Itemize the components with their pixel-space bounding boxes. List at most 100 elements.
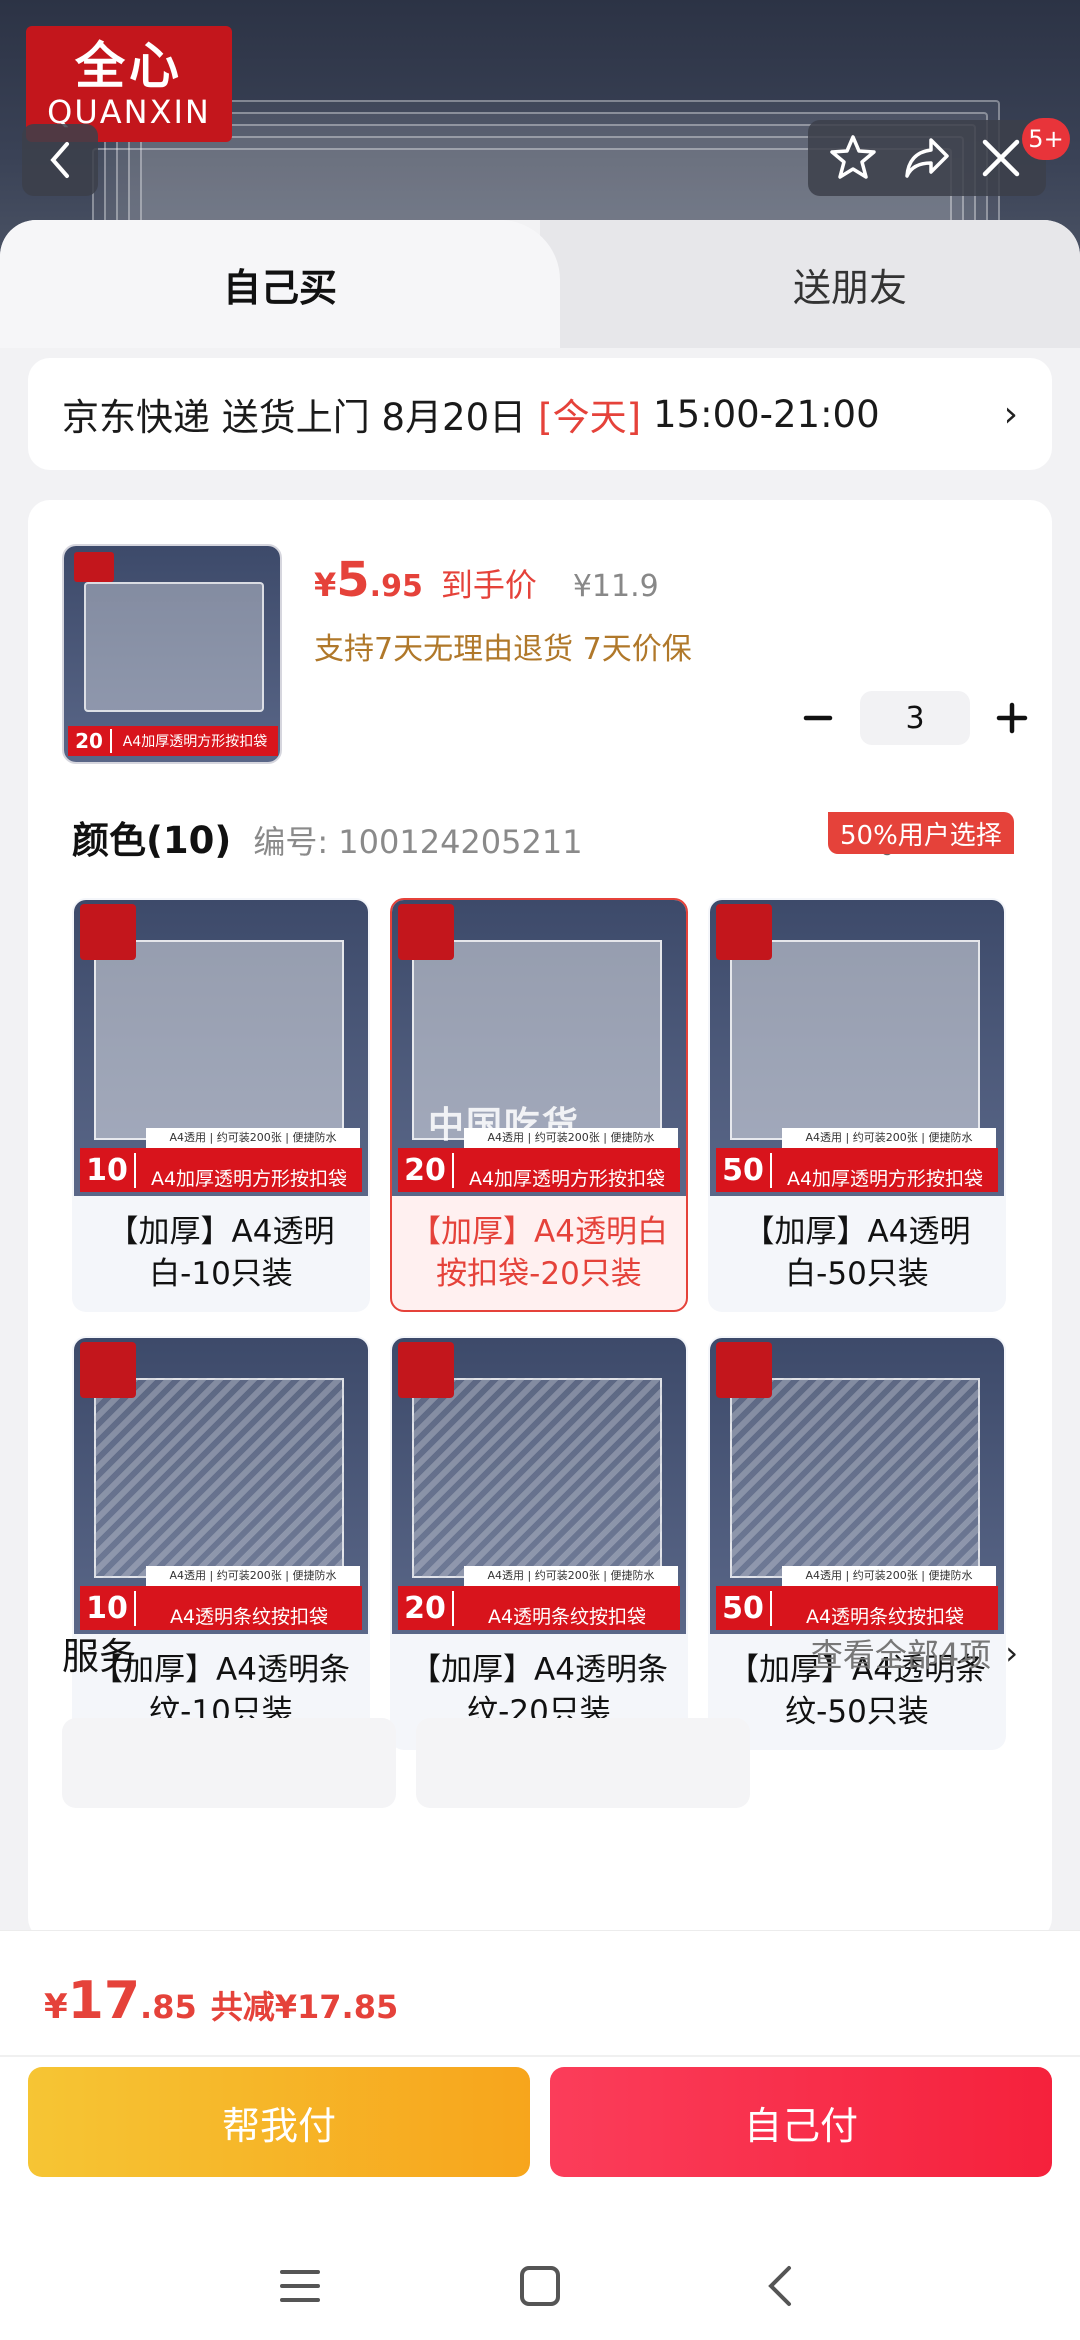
price-integer: 5 [336, 552, 370, 608]
price-tag: 到手价 [440, 566, 537, 604]
variant-spec: A4透用 | 约可装200张 | 便捷防水 [464, 1128, 678, 1148]
variant-option-selected[interactable]: 中国吃货 A4透用 | 约可装200张 | 便捷防水 20 A4加厚透明方形按扣… [390, 898, 688, 1312]
variant-option[interactable]: A4透用 | 约可装200张 | 便捷防水 10 A4透明条纹按扣袋 【加厚】A… [72, 1336, 370, 1750]
menu-icon [280, 2270, 320, 2302]
variant-image: A4透用 | 约可装200张 | 便捷防水 50 A4透明条纹按扣袋 [710, 1338, 1004, 1634]
brand-logo-mini [80, 904, 136, 960]
total-decimal: .85 [140, 1988, 197, 2026]
total-discount: 共减¥17.85 [210, 1988, 399, 2026]
chevron-right-icon: › [1003, 393, 1018, 435]
increase-button[interactable] [982, 688, 1042, 748]
brand-logo-cn: 全心 [75, 37, 183, 95]
brand-logo-mini [398, 904, 454, 960]
minus-icon [803, 715, 833, 721]
variant-image: 中国吃货 A4透用 | 约可装200张 | 便捷防水 20 A4加厚透明方形按扣… [392, 900, 686, 1196]
quantity-stepper: 3 [788, 688, 1042, 748]
product-thumbnail: 20 A4加厚透明方形按扣袋 [62, 544, 282, 764]
decrease-button[interactable] [788, 688, 848, 748]
variant-image: A4透用 | 约可装200张 | 便捷防水 10 A4加厚透明方形按扣袋 [74, 900, 368, 1196]
variant-image: A4透用 | 约可装200张 | 便捷防水 50 A4加厚透明方形按扣袋 [710, 900, 1004, 1196]
variant-count: 20 [398, 1590, 454, 1626]
total-currency: ¥ [44, 1987, 68, 2027]
services-title: 服务 [62, 1635, 136, 1678]
home-square-icon [520, 2266, 560, 2306]
back-button[interactable] [22, 124, 98, 196]
variant-spec: A4透用 | 约可装200张 | 便捷防水 [782, 1128, 996, 1148]
total-price: ¥ 17 .85 共减¥17.85 [44, 1971, 398, 2031]
variant-strip: A4透用 | 约可装200张 | 便捷防水 20 A4透明条纹按扣袋 [398, 1566, 680, 1630]
chevron-left-icon [50, 142, 69, 178]
variant-label: 【加厚】A4透明白-50只装 [743, 1214, 971, 1292]
tab-gift-friend[interactable]: 送朋友 [540, 220, 1080, 348]
nav-home-button[interactable] [500, 2246, 580, 2326]
system-nav-bar [0, 2231, 1080, 2340]
favorite-button[interactable] [823, 128, 883, 188]
variant-label: 【加厚】A4透明白-10只装 [107, 1214, 335, 1292]
product-code: 编号: 100124205211 [253, 823, 583, 861]
variant-strip: A4透用 | 约可装200张 | 便捷防水 20 A4加厚透明方形按扣袋 [398, 1128, 680, 1192]
variant-option[interactable]: A4透用 | 约可装200张 | 便捷防水 50 A4透明条纹按扣袋 【加厚】A… [708, 1336, 1006, 1750]
checkout-bar: ¥ 17 .85 共减¥17.85 帮我付 自己付 [0, 1930, 1080, 2340]
variant-strip-name: A4透明条纹按扣袋 [805, 1605, 965, 1628]
pay-for-me-button[interactable]: 帮我付 [28, 2067, 530, 2177]
delivery-time: 15:00-21:00 [653, 392, 880, 436]
services-header[interactable]: 服务 查看全部4项 › [62, 1626, 1018, 1680]
tab-buy-self[interactable]: 自己买 [0, 220, 560, 348]
notification-badge: 5+ [1022, 118, 1070, 160]
variant-count: 50 [716, 1590, 772, 1626]
variant-image: A4透用 | 约可装200张 | 便捷防水 20 A4透明条纹按扣袋 [392, 1338, 686, 1634]
brand-logo-mini [80, 1342, 136, 1398]
brand-logo-mini [398, 1342, 454, 1398]
variant-option[interactable]: A4透用 | 约可装200张 | 便捷防水 50 A4加厚透明方形按扣袋 【加厚… [708, 898, 1006, 1312]
variant-strip-name: A4透明条纹按扣袋 [487, 1605, 647, 1628]
popular-tag: 50%用户选择 [828, 812, 1014, 854]
delivery-today: [今天] [538, 396, 642, 439]
plus-icon [996, 702, 1028, 734]
variant-strip-name: A4加厚透明方形按扣袋 [150, 1167, 348, 1190]
divider [0, 2055, 1080, 2057]
share-icon [905, 138, 949, 178]
variant-label: 【加厚】A4透明白按扣袋-20只装 [410, 1214, 668, 1292]
original-price: ¥11.9 [572, 569, 659, 604]
back-arrow-icon [768, 2266, 791, 2306]
variant-strip-name: A4透明条纹按扣袋 [169, 1605, 329, 1628]
variant-option[interactable]: A4透用 | 约可装200张 | 便捷防水 10 A4加厚透明方形按扣袋 【加厚… [72, 898, 370, 1312]
chevron-right-icon: › [1005, 1634, 1018, 1672]
total-integer: 17 [67, 1971, 141, 2031]
delivery-info[interactable]: 京东快递 送货上门 8月20日 [今天] 15:00-21:00 › [28, 358, 1052, 470]
thumb-name: A4加厚透明方形按扣袋 [122, 734, 268, 750]
thumb-count: 20 [68, 729, 112, 753]
variant-strip-name: A4加厚透明方形按扣袋 [468, 1167, 666, 1190]
variant-strip: A4透用 | 约可装200张 | 便捷防水 50 A4透明条纹按扣袋 [716, 1566, 998, 1630]
price-decimal: .95 [369, 569, 423, 604]
service-option[interactable] [416, 1718, 750, 1808]
nav-back-button[interactable] [740, 2246, 820, 2326]
price-line: ¥ 5 .95 到手价 ¥11.9 [314, 552, 659, 608]
quantity-input[interactable]: 3 [860, 691, 970, 745]
service-option[interactable] [62, 1718, 396, 1808]
variant-spec: A4透用 | 约可装200张 | 便捷防水 [782, 1566, 996, 1586]
variant-strip: A4透用 | 约可装200张 | 便捷防水 50 A4加厚透明方形按扣袋 [716, 1128, 998, 1192]
variant-spec: A4透用 | 约可装200张 | 便捷防水 [464, 1566, 678, 1586]
nav-menu-button[interactable] [260, 2246, 340, 2326]
pay-myself-button[interactable]: 自己付 [550, 2067, 1052, 2177]
checkout-screen: 全心 QUANXIN 5+ 送朋友 自己买 京东快递 送货上门 8月20日 [今… [0, 0, 1080, 2340]
variant-option[interactable]: A4透用 | 约可装200张 | 便捷防水 20 A4透明条纹按扣袋 【加厚】A… [390, 1336, 688, 1750]
variant-title: 颜色(10) [72, 819, 232, 862]
brand-logo-mini [716, 1342, 772, 1398]
services-more: 查看全部4项 [810, 1636, 992, 1674]
price-currency: ¥ [314, 566, 337, 604]
variant-strip: A4透用 | 约可装200张 | 便捷防水 10 A4透明条纹按扣袋 [80, 1566, 362, 1630]
variant-strip-name: A4加厚透明方形按扣袋 [786, 1167, 984, 1190]
guarantee-text: 支持7天无理由退货 7天价保 [314, 632, 692, 667]
variant-strip: A4透用 | 约可装200张 | 便捷防水 10 A4加厚透明方形按扣袋 [80, 1128, 362, 1192]
variant-count: 50 [716, 1152, 772, 1188]
purchase-sheet: 送朋友 自己买 京东快递 送货上门 8月20日 [今天] 15:00-21:00… [0, 220, 1080, 1930]
brand-logo-mini [716, 904, 772, 960]
top-actions [808, 120, 1046, 196]
variant-count: 20 [398, 1152, 454, 1188]
share-button[interactable] [897, 128, 957, 188]
variant-header: 颜色(10) 编号: 100124205211 [72, 810, 583, 864]
delivery-text: 京东快递 送货上门 8月20日 [62, 396, 527, 439]
variant-image: A4透用 | 约可装200张 | 便捷防水 10 A4透明条纹按扣袋 [74, 1338, 368, 1634]
